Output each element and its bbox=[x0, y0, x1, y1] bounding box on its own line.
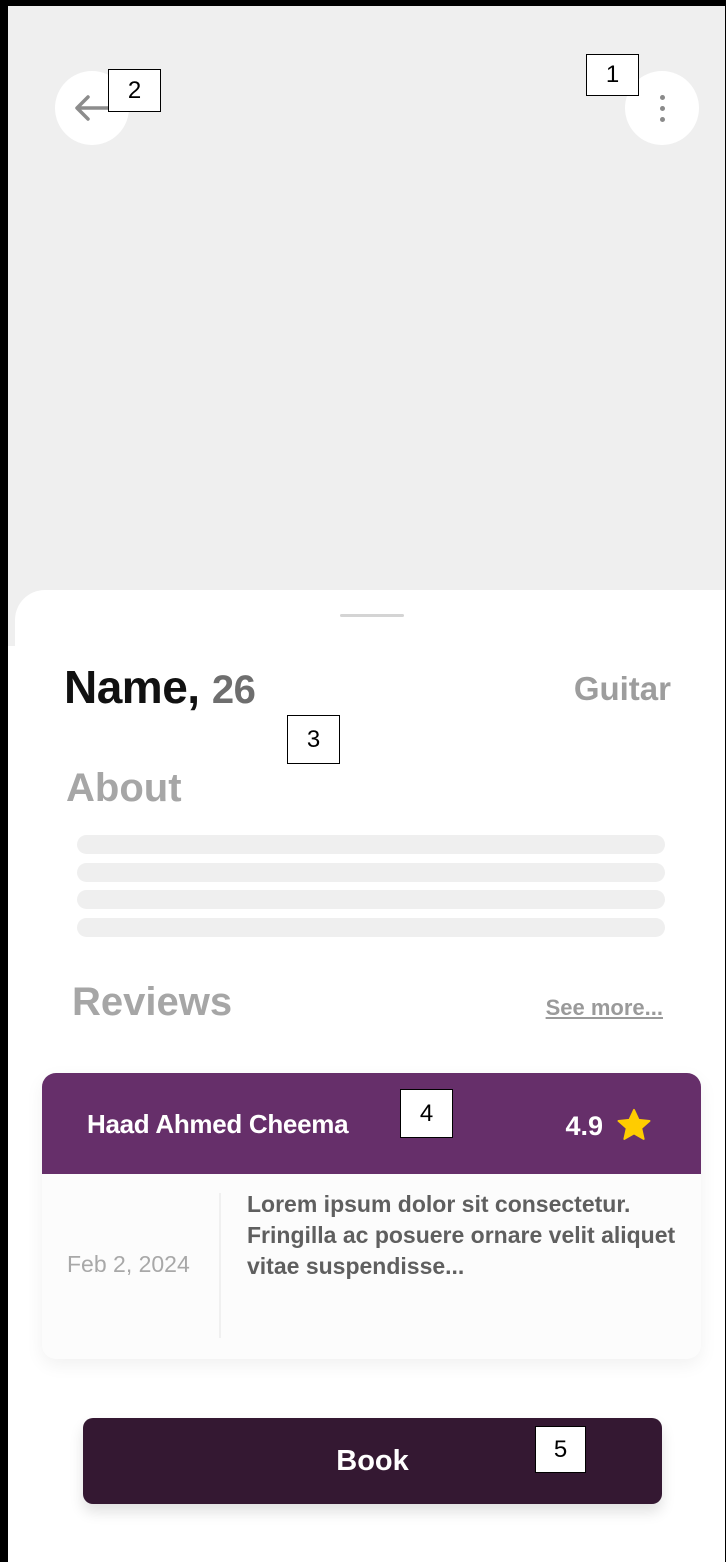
review-rating: 4.9 bbox=[565, 1107, 653, 1145]
profile-age: 26 bbox=[211, 668, 256, 712]
review-text: Lorem ipsum dolor sit consectetur. Fring… bbox=[247, 1191, 676, 1279]
reviewer-name: Haad Ahmed Cheema bbox=[87, 1109, 349, 1139]
review-rating-value: 4.9 bbox=[565, 1110, 603, 1141]
annotation-label-2: 2 bbox=[108, 69, 161, 112]
profile-instrument: Guitar bbox=[573, 670, 671, 707]
arrow-left-icon bbox=[75, 95, 111, 121]
review-card[interactable]: Haad Ahmed Cheema 4.9 Feb 2, 2024 Lorem … bbox=[42, 1073, 701, 1359]
about-text-placeholder-line bbox=[77, 918, 665, 937]
about-text-placeholder-line bbox=[77, 835, 665, 854]
review-divider bbox=[219, 1193, 221, 1338]
star-icon bbox=[617, 1108, 651, 1140]
profile-name: Name, 26 bbox=[64, 660, 256, 714]
annotation-label-5: 5 bbox=[535, 1426, 586, 1473]
review-card-header: Haad Ahmed Cheema 4.9 bbox=[42, 1073, 701, 1174]
see-more-reviews-link[interactable]: See more... bbox=[546, 995, 663, 1021]
about-title: About bbox=[66, 766, 182, 810]
about-text-placeholder-line bbox=[77, 863, 665, 882]
annotation-label-4: 4 bbox=[400, 1089, 453, 1138]
app-frame: Name, 26 Guitar About Reviews See more..… bbox=[0, 0, 726, 1562]
sheet-drag-handle[interactable] bbox=[340, 614, 404, 617]
review-date: Feb 2, 2024 bbox=[67, 1251, 190, 1277]
about-text-placeholder-line bbox=[77, 890, 665, 909]
more-vertical-icon bbox=[659, 94, 665, 122]
profile-name-text: Name, bbox=[64, 661, 200, 713]
annotation-label-1: 1 bbox=[586, 54, 639, 96]
reviews-title: Reviews bbox=[72, 980, 233, 1024]
annotation-label-3: 3 bbox=[287, 715, 340, 764]
